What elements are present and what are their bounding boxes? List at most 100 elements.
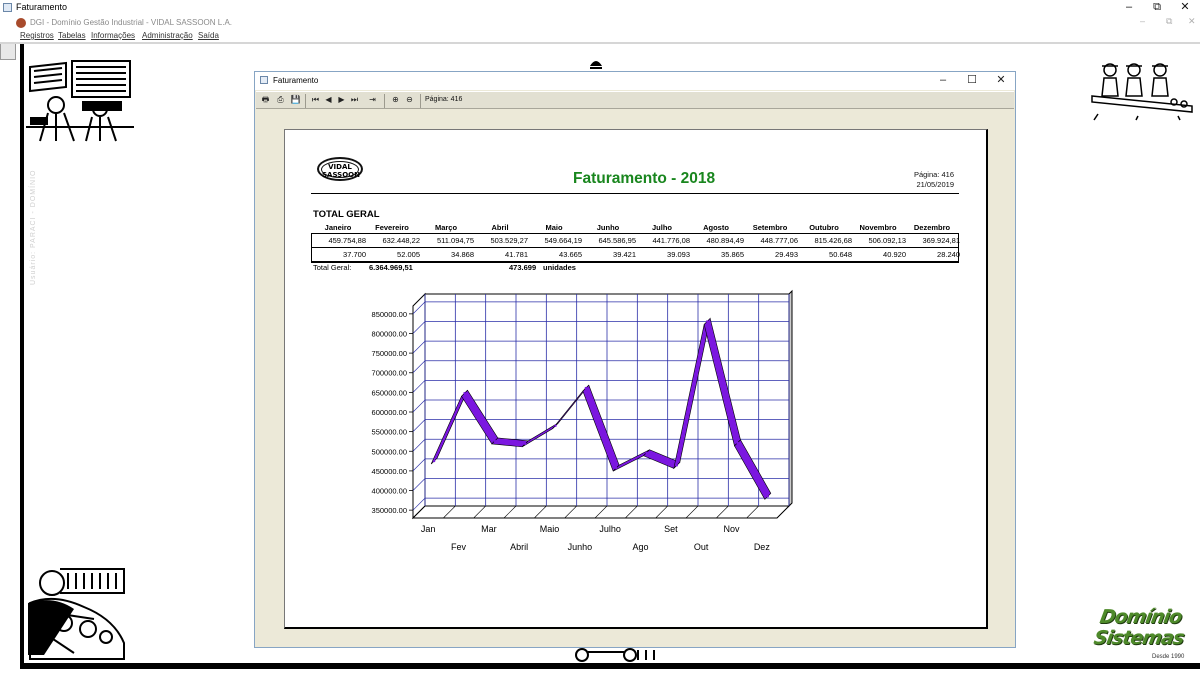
menu-registros[interactable]: Registros <box>20 31 54 40</box>
value-cell: 480.894,49 <box>706 236 744 245</box>
month-header: Setembro <box>752 223 788 232</box>
units-cell: 35.865 <box>721 250 744 259</box>
units-cell: 50.648 <box>829 250 852 259</box>
brand-line-2: Sistemas <box>1092 627 1186 649</box>
month-header: Dezembro <box>913 223 951 232</box>
prev-page-icon[interactable]: ◀ <box>322 94 335 107</box>
report-window: Faturamento – ☐ ✕ 🖶 ⎙ 💾 ⏮ ◀ ▶ ⏭ ⇥ ⊕ ⊖ Pá… <box>254 71 1016 648</box>
report-page-info: Página: 416 21/05/2019 <box>914 170 954 190</box>
month-header: Agosto <box>703 223 729 232</box>
goto-page-icon[interactable]: ⇥ <box>366 94 379 107</box>
app-title: Faturamento <box>16 2 68 12</box>
toolbar-separator <box>384 94 385 108</box>
header-rule <box>311 193 959 194</box>
x-tick-label: Dez <box>754 542 771 552</box>
save-icon[interactable]: 💾 <box>289 94 302 107</box>
data-point <box>584 386 588 390</box>
report-page-number: Página: 416 <box>913 170 954 179</box>
menu-informacoes[interactable]: Informações <box>91 31 135 40</box>
inner-app-titlebar: DGI - Domínio Gestão Industrial - VIDAL … <box>0 16 1200 30</box>
vidal-sassoon-logo: VIDAL SASSOON <box>317 157 363 181</box>
inner-restore-icon[interactable]: ⧉ <box>1166 16 1172 27</box>
data-point <box>554 424 557 427</box>
report-window-icon <box>260 76 268 84</box>
units-label: unidades <box>543 263 576 272</box>
units-cell: 52.005 <box>397 250 420 259</box>
value-cell: 815.426,68 <box>814 236 852 245</box>
logo-text-1: VIDAL <box>328 163 352 171</box>
value-cell: 645.586,95 <box>598 236 636 245</box>
user-watermark: Usuário: PARACI - DOMÍNIO <box>30 169 37 286</box>
data-point <box>645 451 648 454</box>
dgi-app-icon <box>16 18 26 28</box>
inner-minimize-icon[interactable]: – <box>1140 16 1145 26</box>
next-page-icon[interactable]: ▶ <box>335 94 348 107</box>
side-tool-button[interactable] <box>0 42 16 60</box>
value-cell: 632.448,22 <box>382 236 420 245</box>
y-tick-label: 650000.00 <box>372 388 407 397</box>
units-cell: 37.700 <box>343 250 366 259</box>
zoom-out-icon[interactable]: ⊖ <box>403 94 416 107</box>
cart-wheels-clipart-icon <box>575 648 655 662</box>
units-cell: 41.781 <box>505 250 528 259</box>
toolbar-separator <box>305 94 306 108</box>
menu-administracao[interactable]: Administração <box>142 31 193 40</box>
value-cell: 549.664,19 <box>544 236 582 245</box>
report-maximize-icon[interactable]: ☐ <box>958 73 986 89</box>
x-tick-label: Julho <box>599 524 621 534</box>
print-setup-icon[interactable]: 🖶 <box>259 94 272 107</box>
month-header: Maio <box>545 223 563 232</box>
x-tick-label: Junho <box>568 542 593 552</box>
report-window-title: Faturamento <box>273 76 319 85</box>
report-title: Faturamento - 2018 <box>573 170 716 187</box>
top-ornament-icon <box>590 61 602 69</box>
data-point <box>493 439 497 443</box>
y-tick-label: 800000.00 <box>372 329 407 338</box>
inner-close-icon[interactable]: ✕ <box>1188 16 1196 27</box>
data-point <box>463 392 466 395</box>
total-units-value: 473.699 <box>509 263 537 272</box>
x-tick-label: Out <box>694 542 709 552</box>
value-cell: 459.754,88 <box>328 236 366 245</box>
print-icon[interactable]: ⎙ <box>274 94 287 107</box>
month-header: Julho <box>652 223 672 232</box>
y-tick-label: 350000.00 <box>372 506 407 515</box>
x-tick-label: Set <box>664 524 678 534</box>
zoom-in-icon[interactable]: ⊕ <box>389 94 402 107</box>
toolbar-page-label: Página: 416 <box>425 96 463 103</box>
table-rule <box>312 247 958 248</box>
units-cell: 39.093 <box>667 250 690 259</box>
report-minimize-icon[interactable]: – <box>929 73 957 89</box>
units-cell: 29.493 <box>775 250 798 259</box>
brand-line-1: Domínio <box>1098 606 1184 628</box>
month-header: Junho <box>596 223 620 232</box>
report-date: 21/05/2019 <box>916 180 954 189</box>
month-header: Fevereiro <box>375 223 409 232</box>
last-page-icon[interactable]: ⏭ <box>348 94 361 107</box>
section-title: TOTAL GERAL <box>313 209 380 220</box>
value-cell: 441.776,08 <box>652 236 690 245</box>
data-point <box>432 459 436 463</box>
report-page: VIDAL SASSOON Faturamento - 2018 Página:… <box>284 129 988 629</box>
workers-bench-clipart-icon <box>1091 63 1193 121</box>
units-cell: 43.665 <box>559 250 582 259</box>
y-tick-label: 400000.00 <box>372 487 407 496</box>
report-close-icon[interactable]: ✕ <box>987 73 1015 89</box>
close-icon[interactable]: ✕ <box>1162 0 1200 16</box>
menu-saida[interactable]: Saída <box>198 31 219 40</box>
month-header: Janeiro <box>324 223 352 232</box>
x-tick-label: Abril <box>510 542 528 552</box>
y-tick-label: 850000.00 <box>372 310 407 319</box>
menu-tabelas[interactable]: Tabelas <box>58 31 86 40</box>
total-geral-label: Total Geral: <box>313 263 352 272</box>
data-point <box>766 495 770 498</box>
menubar: Registros Tabelas Informações Administra… <box>0 30 1200 42</box>
first-page-icon[interactable]: ⏮ <box>309 94 322 107</box>
app-titlebar: Faturamento – ⧉ ✕ <box>0 0 1200 16</box>
x-tick-label: Nov <box>723 524 740 534</box>
data-point <box>736 441 739 445</box>
y-tick-label: 550000.00 <box>372 428 407 437</box>
value-cell: 369.924,81 <box>922 236 960 245</box>
units-cell: 28.240 <box>937 250 960 259</box>
x-tick-label: Maio <box>540 524 560 534</box>
